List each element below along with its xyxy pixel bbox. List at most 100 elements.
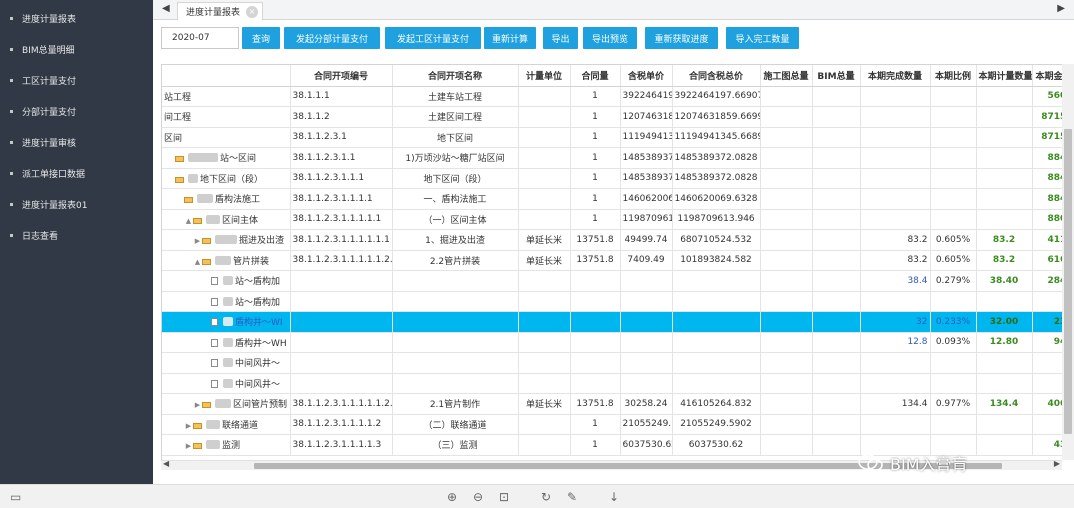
download-icon[interactable]: ↓ bbox=[609, 490, 619, 504]
done-cell[interactable]: 83.2 bbox=[860, 229, 931, 251]
code-cell[interactable] bbox=[290, 373, 393, 394]
price-cell[interactable]: 7409.49 bbox=[620, 250, 673, 271]
table-row[interactable]: 站～盾构加 38.4 0.279% 38.40 2845 bbox=[162, 270, 1074, 292]
tree-name-cell[interactable]: 中间风井～ bbox=[162, 352, 291, 374]
title-cell[interactable] bbox=[392, 352, 519, 374]
column-header-ratio[interactable]: 本期比例 bbox=[930, 65, 977, 87]
code-cell[interactable]: 38.1.1.2.3.1 bbox=[290, 127, 393, 148]
measured-cell[interactable] bbox=[976, 352, 1033, 374]
tab-scroll-right-icon[interactable]: ▶ bbox=[1057, 3, 1065, 14]
tree-name-cell[interactable]: 盾构法施工 bbox=[162, 188, 291, 210]
measured-cell[interactable] bbox=[976, 414, 1033, 435]
unit-cell[interactable] bbox=[518, 168, 571, 189]
scroll-left-icon[interactable]: ◀ bbox=[163, 459, 169, 468]
done-cell[interactable]: 83.2 bbox=[860, 250, 931, 271]
qty-cell[interactable] bbox=[570, 270, 621, 292]
bim-total-cell[interactable] bbox=[812, 147, 861, 169]
unit-cell[interactable] bbox=[518, 209, 571, 230]
sidebar-item-dispatch-interface[interactable]: 派工单接口数据 bbox=[0, 162, 153, 184]
ratio-cell[interactable]: 0.093% bbox=[930, 332, 977, 353]
drawing-total-cell[interactable] bbox=[760, 434, 813, 456]
drawing-total-cell[interactable] bbox=[760, 209, 813, 230]
price-cell[interactable] bbox=[620, 311, 673, 333]
drawing-total-cell[interactable] bbox=[760, 86, 813, 107]
price-cell[interactable]: 3922464197. bbox=[620, 86, 673, 107]
drawing-total-cell[interactable] bbox=[760, 127, 813, 148]
tree-name-cell[interactable]: 区间 bbox=[162, 127, 291, 148]
ratio-cell[interactable] bbox=[930, 352, 977, 374]
title-cell[interactable]: 2.2管片拼装 bbox=[392, 250, 519, 271]
price-cell[interactable]: 49499.74 bbox=[620, 229, 673, 251]
expand-toggle-icon[interactable]: ▶ bbox=[184, 422, 193, 430]
bim-total-cell[interactable] bbox=[812, 168, 861, 189]
total-cell[interactable]: 1460620069.6328 bbox=[672, 188, 761, 210]
tree-name-cell[interactable]: 站工程 bbox=[162, 86, 291, 107]
query-button[interactable]: 查询 bbox=[242, 27, 280, 49]
bim-total-cell[interactable] bbox=[812, 291, 861, 312]
bim-total-cell[interactable] bbox=[812, 209, 861, 230]
measured-cell[interactable] bbox=[976, 86, 1033, 107]
measured-cell[interactable] bbox=[976, 168, 1033, 189]
drawing-total-cell[interactable] bbox=[760, 373, 813, 394]
bim-total-cell[interactable] bbox=[812, 311, 861, 333]
drawing-total-cell[interactable] bbox=[760, 106, 813, 128]
done-cell[interactable]: 38.4 bbox=[860, 270, 931, 292]
unit-cell[interactable] bbox=[518, 188, 571, 210]
unit-cell[interactable] bbox=[518, 311, 571, 333]
price-cell[interactable] bbox=[620, 332, 673, 353]
table-row[interactable]: 盾构井～WI320.233%32.00237 bbox=[162, 311, 1074, 333]
drawing-total-cell[interactable] bbox=[760, 188, 813, 210]
title-cell[interactable]: 地下区间（段） bbox=[392, 168, 519, 189]
price-cell[interactable]: 1485389372. bbox=[620, 168, 673, 189]
qty-cell[interactable]: 1 bbox=[570, 168, 621, 189]
tree-name-cell[interactable]: 站～盾构加 bbox=[162, 270, 291, 292]
total-cell[interactable]: 3922464197.66907 bbox=[672, 86, 761, 107]
measured-cell[interactable] bbox=[976, 373, 1033, 394]
unit-cell[interactable] bbox=[518, 414, 571, 435]
drawing-total-cell[interactable] bbox=[760, 393, 813, 415]
done-cell[interactable]: 12.8 bbox=[860, 332, 931, 353]
column-header-total[interactable]: 合同含税总价 bbox=[672, 65, 761, 87]
price-cell[interactable]: 1460620069. bbox=[620, 188, 673, 210]
period-input[interactable] bbox=[161, 27, 239, 49]
tree-name-cell[interactable]: 盾构井～WH bbox=[162, 332, 291, 353]
unit-cell[interactable] bbox=[518, 352, 571, 374]
tree-name-cell[interactable]: 中间风井～ bbox=[162, 373, 291, 394]
title-cell[interactable]: 1、掘进及出渣 bbox=[392, 229, 519, 251]
refetch-progress-button[interactable]: 重新获取进度 bbox=[645, 27, 718, 49]
expand-toggle-icon[interactable]: ▶ bbox=[193, 401, 202, 409]
drawing-total-cell[interactable] bbox=[760, 147, 813, 169]
qty-cell[interactable]: 1 bbox=[570, 434, 621, 456]
bim-total-cell[interactable] bbox=[812, 106, 861, 128]
total-cell[interactable]: 12074631859.6699 bbox=[672, 106, 761, 128]
price-cell[interactable]: 11194941345. bbox=[620, 127, 673, 148]
done-cell[interactable] bbox=[860, 106, 931, 128]
measured-cell[interactable] bbox=[976, 434, 1033, 456]
qty-cell[interactable]: 1 bbox=[570, 86, 621, 107]
total-cell[interactable]: 6037530.62 bbox=[672, 434, 761, 456]
ratio-cell[interactable]: 0.605% bbox=[930, 229, 977, 251]
measured-cell[interactable] bbox=[976, 106, 1033, 128]
sidebar-item-log[interactable]: 日志查看 bbox=[0, 224, 153, 246]
drawing-total-cell[interactable] bbox=[760, 229, 813, 251]
sidebar-item-sub-payment[interactable]: 分部计量支付 bbox=[0, 100, 153, 122]
total-cell[interactable] bbox=[672, 332, 761, 353]
total-cell[interactable] bbox=[672, 352, 761, 374]
price-cell[interactable]: 1485389372. bbox=[620, 147, 673, 169]
table-row[interactable]: ▲ 管片拼装 38.1.1.2.3.1.1.1.1.1.2.2 2.2管片拼装 单延长米… bbox=[162, 250, 1074, 271]
bim-total-cell[interactable] bbox=[812, 414, 861, 435]
close-icon[interactable]: × bbox=[246, 6, 259, 18]
code-cell[interactable]: 38.1.1.2 bbox=[290, 106, 393, 128]
bim-total-cell[interactable] bbox=[812, 434, 861, 456]
sidebar-item-bim-detail[interactable]: BIM总量明细 bbox=[0, 38, 153, 60]
table-row[interactable]: ▶ 联络通道 38.1.1.2.3.1.1.1.1.2 （二）联络通道 1 2105524… bbox=[162, 414, 1074, 435]
table-row[interactable]: ▶ 区间管片预制 38.1.1.2.3.1.1.1.1.1.2.3 2.1管片制作 单延… bbox=[162, 393, 1074, 415]
drawing-total-cell[interactable] bbox=[760, 352, 813, 374]
column-header-measured[interactable]: 本期计量数量 bbox=[976, 65, 1033, 87]
done-cell[interactable] bbox=[860, 291, 931, 312]
unit-cell[interactable]: 单延长米 bbox=[518, 229, 571, 251]
table-row[interactable]: 中间风井～ bbox=[162, 373, 1074, 394]
bim-total-cell[interactable] bbox=[812, 332, 861, 353]
tree-name-cell[interactable]: ▲ 区间主体 bbox=[162, 209, 291, 230]
tree-name-cell[interactable]: ▶ 区间管片预制 bbox=[162, 393, 291, 415]
